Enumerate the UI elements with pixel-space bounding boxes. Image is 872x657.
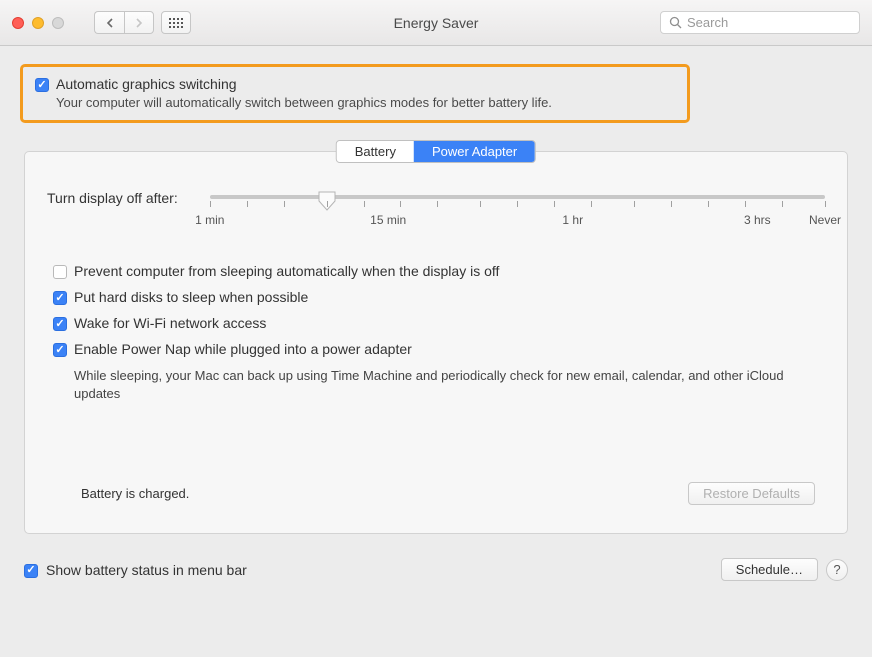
opt-prevent-sleep: Prevent computer from sleeping automatic… xyxy=(53,263,819,279)
power-nap-desc: While sleeping, your Mac can back up usi… xyxy=(74,367,819,402)
display-off-slider[interactable] xyxy=(210,195,825,199)
chevron-left-icon xyxy=(106,18,114,28)
back-button[interactable] xyxy=(94,11,124,34)
search-icon xyxy=(669,16,682,29)
opt-power-nap: Enable Power Nap while plugged into a po… xyxy=(53,341,819,402)
wake-wifi-label: Wake for Wi-Fi network access xyxy=(74,315,266,331)
chevron-right-icon xyxy=(135,18,143,28)
tab-power-adapter[interactable]: Power Adapter xyxy=(414,141,535,162)
close-button[interactable] xyxy=(12,17,24,29)
power-nap-label: Enable Power Nap while plugged into a po… xyxy=(74,341,412,357)
search-placeholder: Search xyxy=(687,15,728,30)
help-button[interactable]: ? xyxy=(826,559,848,581)
search-input[interactable]: Search xyxy=(660,11,860,34)
hard-disks-checkbox[interactable] xyxy=(53,291,67,305)
tab-control: Battery Power Adapter xyxy=(336,140,536,163)
tab-battery[interactable]: Battery xyxy=(337,141,414,162)
maximize-button[interactable] xyxy=(52,17,64,29)
opt-hard-disks: Put hard disks to sleep when possible xyxy=(53,289,819,305)
auto-graphics-section: Automatic graphics switching Your comput… xyxy=(20,64,690,123)
prevent-sleep-checkbox[interactable] xyxy=(53,265,67,279)
traffic-lights xyxy=(12,17,64,29)
slider-mark-3hrs: 3 hrs xyxy=(744,213,771,227)
schedule-button[interactable]: Schedule… xyxy=(721,558,818,581)
wake-wifi-checkbox[interactable] xyxy=(53,317,67,331)
restore-defaults-button[interactable]: Restore Defaults xyxy=(688,482,815,505)
energy-panel: Battery Power Adapter Turn display off a… xyxy=(24,151,848,534)
slider-mark-15min: 15 min xyxy=(370,213,406,227)
help-icon: ? xyxy=(833,562,840,577)
prevent-sleep-label: Prevent computer from sleeping automatic… xyxy=(74,263,499,279)
slider-labels: 1 min 15 min 1 hr 3 hrs Never xyxy=(210,213,825,229)
auto-graphics-desc: Your computer will automatically switch … xyxy=(56,95,552,110)
bottom-row: Show battery status in menu bar Schedule… xyxy=(0,544,872,595)
show-all-button[interactable] xyxy=(161,11,191,34)
grid-icon xyxy=(169,18,183,28)
panel-footer: Battery is charged. Restore Defaults xyxy=(47,482,825,505)
auto-graphics-label: Automatic graphics switching xyxy=(56,76,552,92)
nav-buttons xyxy=(94,11,154,34)
slider-mark-1hr: 1 hr xyxy=(562,213,583,227)
forward-button[interactable] xyxy=(124,11,154,34)
battery-status: Battery is charged. xyxy=(81,486,189,501)
slider-mark-never: Never xyxy=(809,213,841,227)
auto-graphics-checkbox[interactable] xyxy=(35,78,49,92)
power-nap-checkbox[interactable] xyxy=(53,343,67,357)
slider-mark-1min: 1 min xyxy=(195,213,224,227)
titlebar: Energy Saver Search xyxy=(0,0,872,46)
minimize-button[interactable] xyxy=(32,17,44,29)
display-off-slider-row: Turn display off after: xyxy=(47,190,825,229)
display-off-label: Turn display off after: xyxy=(47,190,178,206)
slider-ticks xyxy=(210,201,825,209)
show-battery-checkbox[interactable] xyxy=(24,564,38,578)
opt-wake-wifi: Wake for Wi-Fi network access xyxy=(53,315,819,331)
content: Automatic graphics switching Your comput… xyxy=(0,46,872,544)
hard-disks-label: Put hard disks to sleep when possible xyxy=(74,289,308,305)
options-list: Prevent computer from sleeping automatic… xyxy=(53,263,819,402)
show-battery-label: Show battery status in menu bar xyxy=(46,562,247,578)
window-title: Energy Saver xyxy=(394,15,479,31)
